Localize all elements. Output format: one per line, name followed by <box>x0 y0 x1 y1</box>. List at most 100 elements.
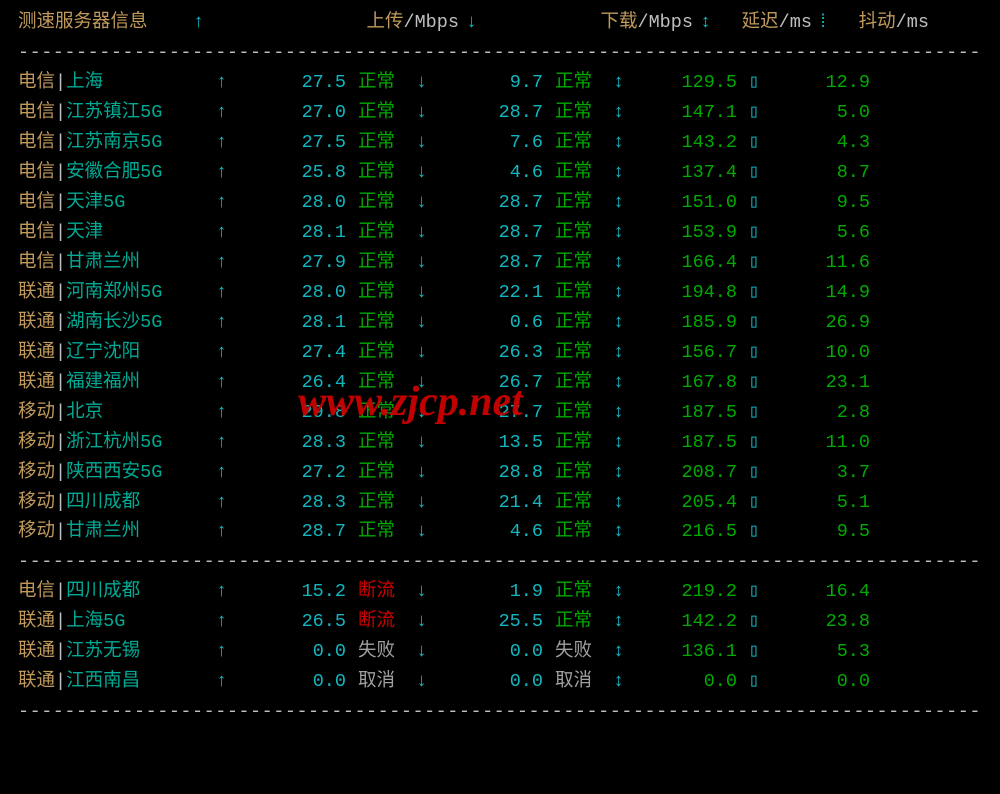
jitter-value: 2.8 <box>785 398 870 428</box>
location-label: 天津 <box>66 222 103 243</box>
upload-value: 27.5 <box>236 68 358 98</box>
updown-arrow-icon: ↕ <box>613 607 635 637</box>
down-arrow-icon: ↓ <box>416 338 438 368</box>
table-body-main: 电信|上海↑27.5正常↓9.7正常↕129.5▯12.9电信|江苏镇江5G↑2… <box>18 68 982 548</box>
download-status: 失败 <box>555 637 613 667</box>
jitter-value: 4.3 <box>785 128 870 158</box>
up-arrow-icon: ↑ <box>216 517 236 547</box>
up-arrow-icon: ↑ <box>216 278 236 308</box>
server-cell: 电信|天津 <box>18 218 216 248</box>
up-arrow-icon: ↑ <box>216 398 236 428</box>
latency-value: 166.4 <box>635 248 743 278</box>
download-status: 取消 <box>555 667 613 697</box>
up-arrow-icon: ↑ <box>216 637 236 667</box>
table-row: 电信|天津5G↑28.0正常↓28.7正常↕151.0▯9.5 <box>18 188 982 218</box>
jitter-value: 11.0 <box>785 428 870 458</box>
table-row: 移动|浙江杭州5G↑28.3正常↓13.5正常↕187.5▯11.0 <box>18 428 982 458</box>
isp-label: 移动 <box>18 428 55 458</box>
upload-status: 正常 <box>358 278 416 308</box>
table-row: 电信|天津↑28.1正常↓28.7正常↕153.9▯5.6 <box>18 218 982 248</box>
table-row: 电信|上海↑27.5正常↓9.7正常↕129.5▯12.9 <box>18 68 982 98</box>
updown-arrow-icon: ↕ <box>613 517 635 547</box>
latency-value: 185.9 <box>635 308 743 338</box>
upload-value: 27.5 <box>236 128 358 158</box>
location-label: 甘肃兰州 <box>66 521 140 542</box>
upload-status: 正常 <box>358 188 416 218</box>
server-cell: 电信|甘肃兰州 <box>18 248 216 278</box>
upload-value: 28.1 <box>236 308 358 338</box>
download-status: 正常 <box>555 607 613 637</box>
jitter-value: 16.4 <box>785 577 870 607</box>
location-label: 陕西西安5G <box>66 462 162 483</box>
divider: ----------------------------------------… <box>18 547 982 577</box>
down-arrow-icon: ↓ <box>416 667 438 697</box>
col-upload: 上传/Mbps <box>236 8 466 38</box>
table-row: 移动|北京↑29.8正常↓27.7正常↕187.5▯2.8 <box>18 398 982 428</box>
location-label: 辽宁沈阳 <box>66 342 140 363</box>
down-arrow-icon: ↓ <box>416 278 438 308</box>
box-icon: ▯ <box>743 398 765 428</box>
upload-status: 断流 <box>358 607 416 637</box>
updown-arrow-icon: ↕ <box>613 188 635 218</box>
updown-arrow-icon: ↕ <box>613 158 635 188</box>
down-arrow-icon: ↓ <box>416 607 438 637</box>
server-cell: 联通|福建福州 <box>18 368 216 398</box>
download-status: 正常 <box>555 248 613 278</box>
box-icon: ▯ <box>743 98 765 128</box>
updown-arrow-icon: ↕ <box>700 8 722 38</box>
download-value: 22.1 <box>438 278 555 308</box>
download-value: 28.7 <box>438 188 555 218</box>
box-icon: ▯ <box>743 338 765 368</box>
down-arrow-icon: ↓ <box>416 637 438 667</box>
col-jitter: 抖动/ms <box>834 8 929 38</box>
box-icon: ▯ <box>743 218 765 248</box>
up-arrow-icon: ↑ <box>216 368 236 398</box>
latency-value: 0.0 <box>635 667 743 697</box>
isp-label: 联通 <box>18 278 55 308</box>
isp-label: 联通 <box>18 607 55 637</box>
jitter-value: 5.0 <box>785 98 870 128</box>
latency-value: 136.1 <box>635 637 743 667</box>
server-cell: 移动|四川成都 <box>18 488 216 518</box>
latency-value: 129.5 <box>635 68 743 98</box>
upload-value: 29.8 <box>236 398 358 428</box>
download-status: 正常 <box>555 398 613 428</box>
location-label: 北京 <box>66 402 103 423</box>
up-arrow-icon: ↑ <box>216 338 236 368</box>
down-arrow-icon: ↓ <box>416 577 438 607</box>
latency-value: 153.9 <box>635 218 743 248</box>
server-cell: 移动|甘肃兰州 <box>18 517 216 547</box>
location-label: 四川成都 <box>66 581 140 602</box>
location-label: 浙江杭州5G <box>66 432 162 453</box>
server-cell: 电信|江苏南京5G <box>18 128 216 158</box>
upload-value: 26.5 <box>236 607 358 637</box>
down-arrow-icon: ↓ <box>416 248 438 278</box>
download-status: 正常 <box>555 458 613 488</box>
box-icon: ▯ <box>743 248 765 278</box>
col-server: 测速服务器信息 <box>18 8 193 38</box>
download-status: 正常 <box>555 278 613 308</box>
download-value: 25.5 <box>438 607 555 637</box>
box-icon: ▯ <box>743 278 765 308</box>
upload-value: 27.9 <box>236 248 358 278</box>
isp-label: 电信 <box>18 188 55 218</box>
download-value: 27.7 <box>438 398 555 428</box>
isp-label: 电信 <box>18 128 55 158</box>
download-status: 正常 <box>555 577 613 607</box>
isp-label: 电信 <box>18 248 55 278</box>
table-row: 电信|江苏镇江5G↑27.0正常↓28.7正常↕147.1▯5.0 <box>18 98 982 128</box>
down-arrow-icon: ↓ <box>416 428 438 458</box>
box-icon: ▯ <box>743 158 765 188</box>
jitter-value: 12.9 <box>785 68 870 98</box>
up-arrow-icon: ↑ <box>216 577 236 607</box>
download-status: 正常 <box>555 98 613 128</box>
upload-status: 正常 <box>358 128 416 158</box>
download-value: 21.4 <box>438 488 555 518</box>
upload-value: 27.4 <box>236 338 358 368</box>
jitter-value: 3.7 <box>785 458 870 488</box>
isp-label: 电信 <box>18 98 55 128</box>
server-cell: 电信|上海 <box>18 68 216 98</box>
box-icon: ▯ <box>743 458 765 488</box>
download-status: 正常 <box>555 368 613 398</box>
updown-arrow-icon: ↕ <box>613 368 635 398</box>
